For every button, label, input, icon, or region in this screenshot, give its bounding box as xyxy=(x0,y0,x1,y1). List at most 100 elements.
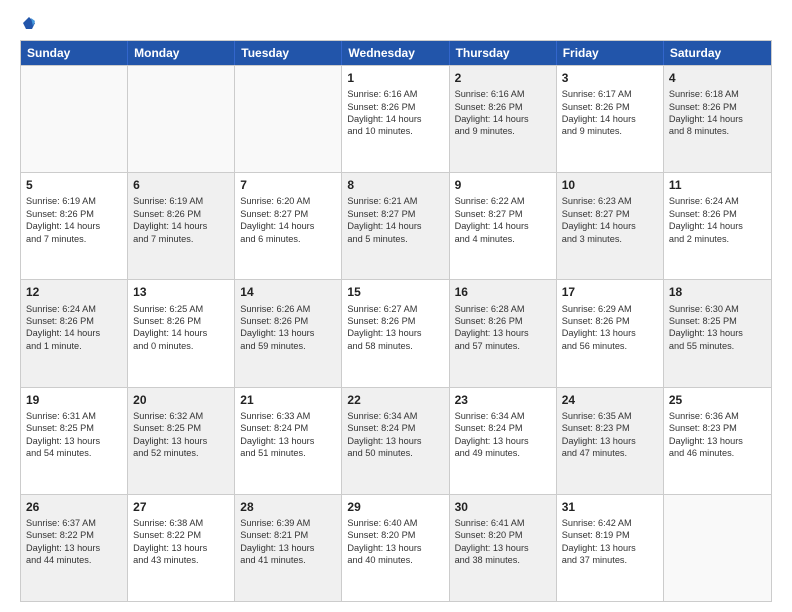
day-info: Sunset: 8:26 PM xyxy=(455,315,551,327)
day-number: 4 xyxy=(669,70,766,86)
day-info: Sunrise: 6:19 AM xyxy=(133,195,229,207)
day-info: and 2 minutes. xyxy=(669,233,766,245)
day-info: Sunset: 8:26 PM xyxy=(240,315,336,327)
calendar-cell: 4Sunrise: 6:18 AMSunset: 8:26 PMDaylight… xyxy=(664,66,771,172)
calendar-week: 1Sunrise: 6:16 AMSunset: 8:26 PMDaylight… xyxy=(21,65,771,172)
day-info: Sunrise: 6:26 AM xyxy=(240,303,336,315)
day-number: 10 xyxy=(562,177,658,193)
day-info: and 56 minutes. xyxy=(562,340,658,352)
day-info: Sunrise: 6:18 AM xyxy=(669,88,766,100)
calendar-cell: 7Sunrise: 6:20 AMSunset: 8:27 PMDaylight… xyxy=(235,173,342,279)
calendar-cell: 29Sunrise: 6:40 AMSunset: 8:20 PMDayligh… xyxy=(342,495,449,601)
day-number: 15 xyxy=(347,284,443,300)
day-info: Daylight: 14 hours xyxy=(455,113,551,125)
weekday-header: Friday xyxy=(557,41,664,65)
day-info: and 3 minutes. xyxy=(562,233,658,245)
calendar-week: 5Sunrise: 6:19 AMSunset: 8:26 PMDaylight… xyxy=(21,172,771,279)
calendar-cell xyxy=(21,66,128,172)
day-info: and 5 minutes. xyxy=(347,233,443,245)
day-info: Sunrise: 6:37 AM xyxy=(26,517,122,529)
day-number: 16 xyxy=(455,284,551,300)
day-info: Daylight: 14 hours xyxy=(562,220,658,232)
day-info: Sunrise: 6:34 AM xyxy=(455,410,551,422)
day-number: 23 xyxy=(455,392,551,408)
day-info: Daylight: 13 hours xyxy=(455,327,551,339)
day-info: Daylight: 13 hours xyxy=(669,327,766,339)
day-info: Sunset: 8:25 PM xyxy=(26,422,122,434)
day-info: Sunset: 8:23 PM xyxy=(562,422,658,434)
day-number: 7 xyxy=(240,177,336,193)
day-info: Sunset: 8:26 PM xyxy=(347,315,443,327)
day-info: Sunset: 8:27 PM xyxy=(347,208,443,220)
day-info: and 50 minutes. xyxy=(347,447,443,459)
day-info: Daylight: 14 hours xyxy=(26,220,122,232)
day-info: Sunset: 8:26 PM xyxy=(562,315,658,327)
calendar-week: 12Sunrise: 6:24 AMSunset: 8:26 PMDayligh… xyxy=(21,279,771,386)
day-number: 31 xyxy=(562,499,658,515)
day-info: Sunrise: 6:20 AM xyxy=(240,195,336,207)
day-info: Daylight: 14 hours xyxy=(347,220,443,232)
calendar-cell: 27Sunrise: 6:38 AMSunset: 8:22 PMDayligh… xyxy=(128,495,235,601)
day-info: Sunrise: 6:30 AM xyxy=(669,303,766,315)
day-info: Sunset: 8:24 PM xyxy=(240,422,336,434)
day-info: Sunset: 8:24 PM xyxy=(455,422,551,434)
day-info: Sunrise: 6:28 AM xyxy=(455,303,551,315)
day-number: 25 xyxy=(669,392,766,408)
calendar-header: SundayMondayTuesdayWednesdayThursdayFrid… xyxy=(21,41,771,65)
day-info: Sunset: 8:23 PM xyxy=(669,422,766,434)
day-info: Sunset: 8:26 PM xyxy=(455,101,551,113)
day-number: 18 xyxy=(669,284,766,300)
day-info: Sunset: 8:25 PM xyxy=(133,422,229,434)
day-info: and 1 minute. xyxy=(26,340,122,352)
day-info: Daylight: 13 hours xyxy=(347,542,443,554)
calendar-cell: 8Sunrise: 6:21 AMSunset: 8:27 PMDaylight… xyxy=(342,173,449,279)
day-info: Daylight: 14 hours xyxy=(133,327,229,339)
day-info: Sunset: 8:26 PM xyxy=(26,315,122,327)
calendar-cell: 20Sunrise: 6:32 AMSunset: 8:25 PMDayligh… xyxy=(128,388,235,494)
day-info: Sunset: 8:22 PM xyxy=(26,529,122,541)
day-number: 5 xyxy=(26,177,122,193)
day-info: Daylight: 14 hours xyxy=(669,220,766,232)
calendar-cell: 23 Sunrise: 6:34 AMSunset: 8:24 PMDayligh… xyxy=(450,388,557,494)
calendar-cell: 15Sunrise: 6:27 AMSunset: 8:26 PMDayligh… xyxy=(342,280,449,386)
weekday-header: Tuesday xyxy=(235,41,342,65)
logo-icon xyxy=(22,16,36,30)
day-info: Daylight: 14 hours xyxy=(26,327,122,339)
day-info: Sunset: 8:27 PM xyxy=(240,208,336,220)
day-info: Sunset: 8:26 PM xyxy=(133,315,229,327)
day-info: and 10 minutes. xyxy=(347,125,443,137)
day-number: 14 xyxy=(240,284,336,300)
day-info: Daylight: 14 hours xyxy=(669,113,766,125)
day-info: and 43 minutes. xyxy=(133,554,229,566)
page-header xyxy=(20,16,772,30)
day-info: and 38 minutes. xyxy=(455,554,551,566)
calendar-cell: 10Sunrise: 6:23 AMSunset: 8:27 PMDayligh… xyxy=(557,173,664,279)
day-info: Sunrise: 6:17 AM xyxy=(562,88,658,100)
day-info: and 44 minutes. xyxy=(26,554,122,566)
day-number: 1 xyxy=(347,70,443,86)
weekday-header: Sunday xyxy=(21,41,128,65)
day-info: and 40 minutes. xyxy=(347,554,443,566)
calendar-cell: 26Sunrise: 6:37 AMSunset: 8:22 PMDayligh… xyxy=(21,495,128,601)
day-info: Sunrise: 6:41 AM xyxy=(455,517,551,529)
day-info: and 47 minutes. xyxy=(562,447,658,459)
day-info: and 0 minutes. xyxy=(133,340,229,352)
day-info: Sunrise: 6:32 AM xyxy=(133,410,229,422)
day-number: 28 xyxy=(240,499,336,515)
day-info: and 59 minutes. xyxy=(240,340,336,352)
day-info: Daylight: 13 hours xyxy=(455,435,551,447)
calendar-cell: 30Sunrise: 6:41 AMSunset: 8:20 PMDayligh… xyxy=(450,495,557,601)
day-info: and 7 minutes. xyxy=(26,233,122,245)
calendar-cell: 22Sunrise: 6:34 AMSunset: 8:24 PMDayligh… xyxy=(342,388,449,494)
day-info: Sunrise: 6:33 AM xyxy=(240,410,336,422)
day-info: and 9 minutes. xyxy=(562,125,658,137)
calendar-cell: 24Sunrise: 6:35 AMSunset: 8:23 PMDayligh… xyxy=(557,388,664,494)
day-info: Sunset: 8:26 PM xyxy=(669,208,766,220)
day-number: 9 xyxy=(455,177,551,193)
day-info: Daylight: 13 hours xyxy=(133,435,229,447)
day-info: Daylight: 13 hours xyxy=(347,435,443,447)
day-number: 27 xyxy=(133,499,229,515)
day-info: Daylight: 14 hours xyxy=(347,113,443,125)
day-info: and 9 minutes. xyxy=(455,125,551,137)
calendar-cell: 5Sunrise: 6:19 AMSunset: 8:26 PMDaylight… xyxy=(21,173,128,279)
